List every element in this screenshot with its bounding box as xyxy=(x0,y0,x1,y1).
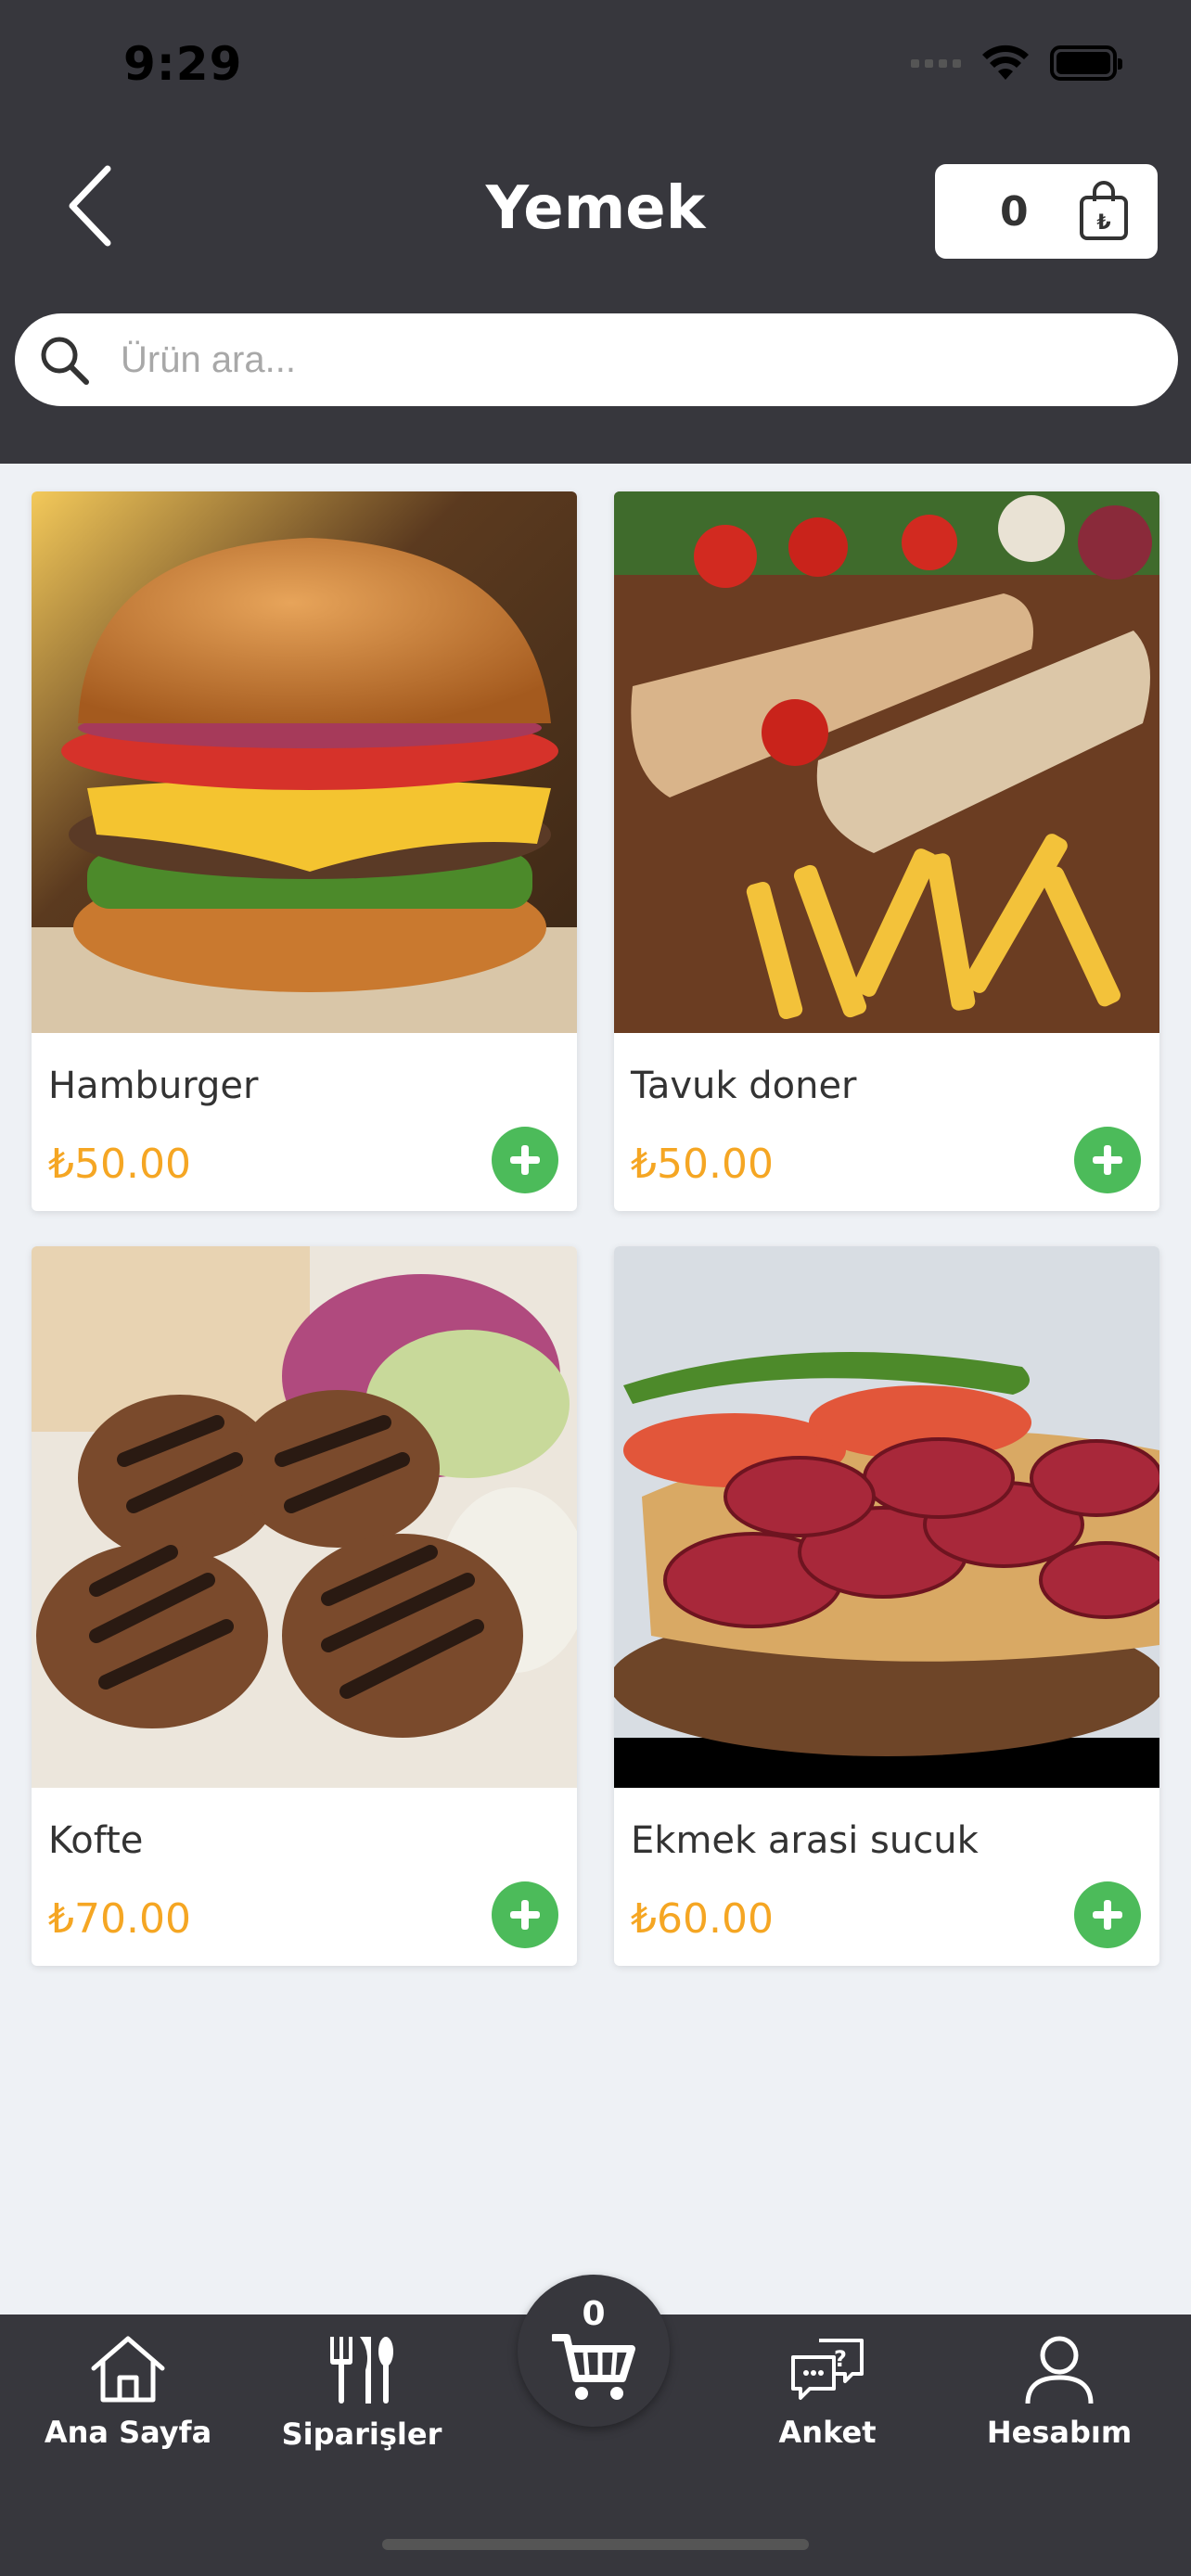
add-to-cart-button[interactable] xyxy=(1074,1127,1141,1193)
center-cart-button[interactable]: 0 xyxy=(518,2275,670,2427)
survey-chat-icon: ? xyxy=(791,2339,864,2400)
nav-label: Anket xyxy=(778,2415,877,2450)
center-cart-count: 0 xyxy=(582,2295,606,2333)
sucuk-sandwich-image xyxy=(614,1246,1159,1788)
product-price: ₺60.00 xyxy=(631,1895,774,1943)
add-to-cart-button[interactable] xyxy=(492,1127,558,1193)
svg-text:?: ? xyxy=(834,2346,847,2372)
header-cart-count: 0 xyxy=(1000,187,1029,236)
add-to-cart-button[interactable] xyxy=(492,1881,558,1948)
product-card[interactable]: Ekmek arasi sucuk ₺60.00 xyxy=(614,1246,1159,1966)
product-price: ₺50.00 xyxy=(631,1141,774,1188)
plus-icon xyxy=(510,1900,540,1930)
status-icons xyxy=(911,45,1122,82)
wifi-icon xyxy=(982,45,1029,80)
product-grid: Hamburger ₺50.00 Tavuk doner ₺50.00 Koft… xyxy=(32,491,1159,1966)
search-input[interactable] xyxy=(121,338,1141,381)
search-icon xyxy=(41,337,89,385)
add-to-cart-button[interactable] xyxy=(1074,1881,1141,1948)
nav-label: Siparişler xyxy=(281,2417,442,2452)
home-icon xyxy=(91,2336,165,2403)
shopping-bag-lira-icon: ₺ xyxy=(1080,181,1128,240)
product-price: ₺70.00 xyxy=(48,1895,191,1943)
nav-item-survey[interactable]: ? Anket xyxy=(725,2333,929,2450)
header-cart-button[interactable]: 0 ₺ xyxy=(935,164,1158,259)
svg-text:₺: ₺ xyxy=(1096,211,1110,235)
nav-item-home[interactable]: Ana Sayfa xyxy=(26,2333,230,2450)
cart-icon xyxy=(552,2334,635,2400)
plus-icon xyxy=(510,1145,540,1175)
product-card[interactable]: Kofte ₺70.00 xyxy=(32,1246,577,1966)
user-icon xyxy=(1025,2336,1094,2404)
kofte-image xyxy=(32,1246,577,1788)
tavuk-doner-image xyxy=(614,491,1159,1033)
nav-item-account[interactable]: Hesabım xyxy=(957,2333,1161,2450)
product-name: Tavuk doner xyxy=(631,1065,857,1107)
product-card[interactable]: Tavuk doner ₺50.00 xyxy=(614,491,1159,1211)
product-card[interactable]: Hamburger ₺50.00 xyxy=(32,491,577,1211)
product-name: Hamburger xyxy=(48,1065,259,1107)
plus-icon xyxy=(1093,1145,1122,1175)
cutlery-icon xyxy=(330,2337,393,2404)
product-name: Ekmek arasi sucuk xyxy=(631,1819,979,1862)
nav-label: Hesabım xyxy=(986,2415,1133,2450)
home-indicator xyxy=(382,2539,809,2550)
battery-icon xyxy=(1050,45,1122,81)
status-time: 9:29 xyxy=(123,37,243,91)
nav-label: Ana Sayfa xyxy=(44,2415,212,2450)
product-name: Kofte xyxy=(48,1819,144,1862)
header: 9:29 Yemek 0 ₺ xyxy=(0,0,1191,464)
hamburger-image xyxy=(32,491,577,1033)
product-price: ₺50.00 xyxy=(48,1141,191,1188)
nav-item-orders[interactable]: Siparişler xyxy=(260,2333,464,2452)
plus-icon xyxy=(1093,1900,1122,1930)
search-bar[interactable] xyxy=(15,313,1178,406)
cellular-signal-icon xyxy=(911,58,961,68)
